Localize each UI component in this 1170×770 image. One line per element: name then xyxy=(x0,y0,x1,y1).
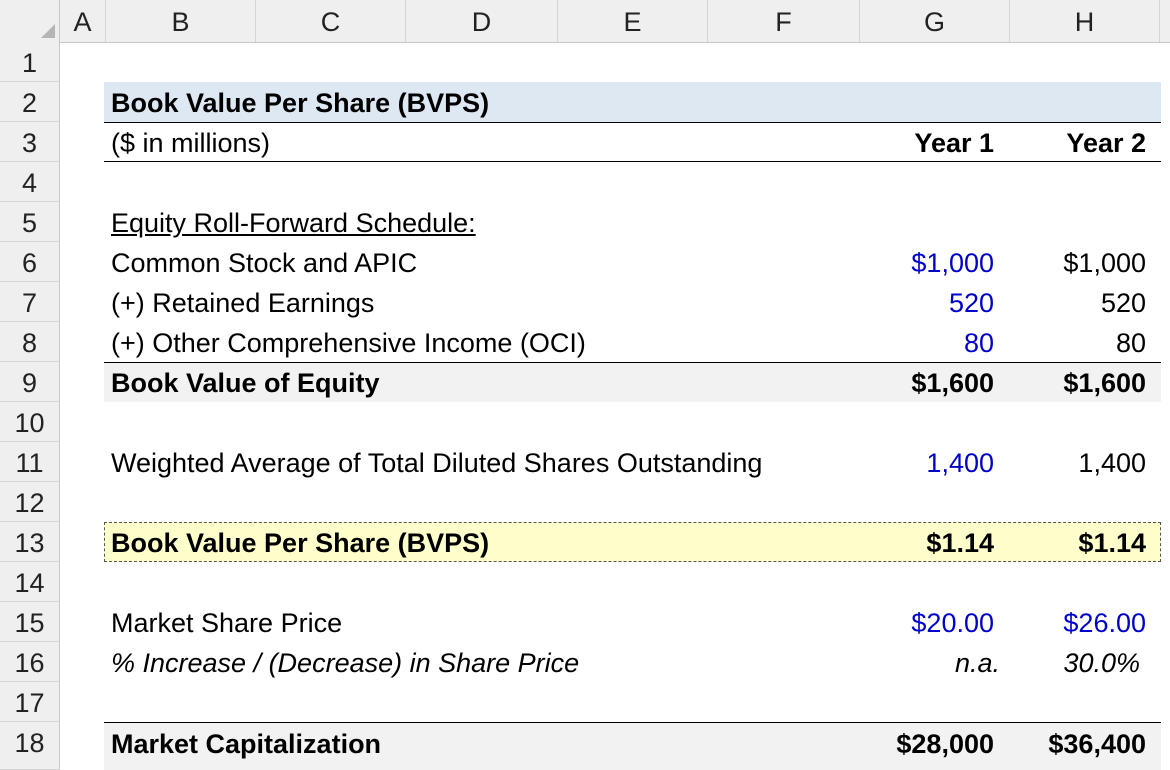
common-stock-label[interactable]: Common Stock and APIC xyxy=(111,243,417,283)
diluted-shares-y2[interactable]: 1,400 xyxy=(1078,443,1146,483)
row-header-17[interactable]: 17 xyxy=(0,682,60,722)
column-header-e[interactable]: E xyxy=(558,0,708,42)
row-header-14[interactable]: 14 xyxy=(0,562,60,602)
oci-y2[interactable]: 80 xyxy=(1116,323,1146,363)
book-value-equity-label[interactable]: Book Value of Equity xyxy=(111,363,380,403)
schedule-header[interactable]: Equity Roll-Forward Schedule: xyxy=(111,203,476,243)
column-header-c[interactable]: C xyxy=(256,0,406,42)
row-header-5[interactable]: 5 xyxy=(0,202,60,242)
column-header-f[interactable]: F xyxy=(708,0,860,42)
share-price-y2[interactable]: $26.00 xyxy=(1063,603,1146,643)
book-value-equity-y1[interactable]: $1,600 xyxy=(911,363,994,403)
price-change-y2[interactable]: 30.0% xyxy=(1063,643,1140,683)
row-header-2[interactable]: 2 xyxy=(0,82,60,122)
bvps-y2[interactable]: $1.14 xyxy=(1078,523,1146,563)
units-label[interactable]: ($ in millions) xyxy=(111,123,270,163)
bvps-y1[interactable]: $1.14 xyxy=(926,523,994,563)
share-price-y1[interactable]: $20.00 xyxy=(911,603,994,643)
market-cap-line xyxy=(104,722,1161,723)
market-cap-y2[interactable]: $36,400 xyxy=(1048,724,1146,764)
row-header-3[interactable]: 3 xyxy=(0,122,60,162)
row-header-12[interactable]: 12 xyxy=(0,482,60,522)
year2-header[interactable]: Year 2 xyxy=(1066,123,1146,163)
row-header-18[interactable]: 18 xyxy=(0,722,60,770)
row-header-11[interactable]: 11 xyxy=(0,442,60,482)
bvps-label[interactable]: Book Value Per Share (BVPS) xyxy=(111,523,489,563)
common-stock-y1[interactable]: $1,000 xyxy=(911,243,994,283)
select-all-icon xyxy=(41,24,55,38)
retained-earnings-y2[interactable]: 520 xyxy=(1101,283,1146,323)
column-header-b[interactable]: B xyxy=(106,0,256,42)
year1-header[interactable]: Year 1 xyxy=(914,123,994,163)
diluted-shares-y1[interactable]: 1,400 xyxy=(926,443,994,483)
column-header-i[interactable] xyxy=(1160,0,1170,42)
price-change-y1[interactable]: n.a. xyxy=(955,643,1000,683)
select-all-corner[interactable] xyxy=(0,0,60,42)
oci-y1[interactable]: 80 xyxy=(964,323,994,363)
row-header-10[interactable]: 10 xyxy=(0,402,60,442)
retained-earnings-label[interactable]: (+) Retained Earnings xyxy=(111,283,374,323)
column-header-a[interactable]: A xyxy=(60,0,106,42)
row-header-9[interactable]: 9 xyxy=(0,362,60,402)
row-header-1[interactable]: 1 xyxy=(0,42,60,82)
book-value-equity-y2[interactable]: $1,600 xyxy=(1063,363,1146,403)
oci-label[interactable]: (+) Other Comprehensive Income (OCI) xyxy=(111,323,586,363)
spreadsheet: A B C D E F G H 1 2 3 4 5 6 7 8 9 10 11 … xyxy=(0,0,1170,770)
common-stock-y2[interactable]: $1,000 xyxy=(1063,243,1146,283)
row-header-7[interactable]: 7 xyxy=(0,282,60,322)
market-cap-y1[interactable]: $28,000 xyxy=(896,724,994,764)
row-header-15[interactable]: 15 xyxy=(0,602,60,642)
diluted-shares-label[interactable]: Weighted Average of Total Diluted Shares… xyxy=(111,443,762,483)
page-title[interactable]: Book Value Per Share (BVPS) xyxy=(111,83,489,123)
row-header-8[interactable]: 8 xyxy=(0,322,60,362)
price-change-label[interactable]: % Increase / (Decrease) in Share Price xyxy=(111,643,579,683)
row-header-6[interactable]: 6 xyxy=(0,242,60,282)
column-header-g[interactable]: G xyxy=(860,0,1010,42)
retained-earnings-y1[interactable]: 520 xyxy=(949,283,994,323)
row-header-13[interactable]: 13 xyxy=(0,522,60,562)
share-price-label[interactable]: Market Share Price xyxy=(111,603,342,643)
row-header-4[interactable]: 4 xyxy=(0,162,60,202)
row-header-16[interactable]: 16 xyxy=(0,642,60,682)
column-header-h[interactable]: H xyxy=(1010,0,1160,42)
column-header-d[interactable]: D xyxy=(406,0,558,42)
market-cap-label[interactable]: Market Capitalization xyxy=(111,724,381,764)
